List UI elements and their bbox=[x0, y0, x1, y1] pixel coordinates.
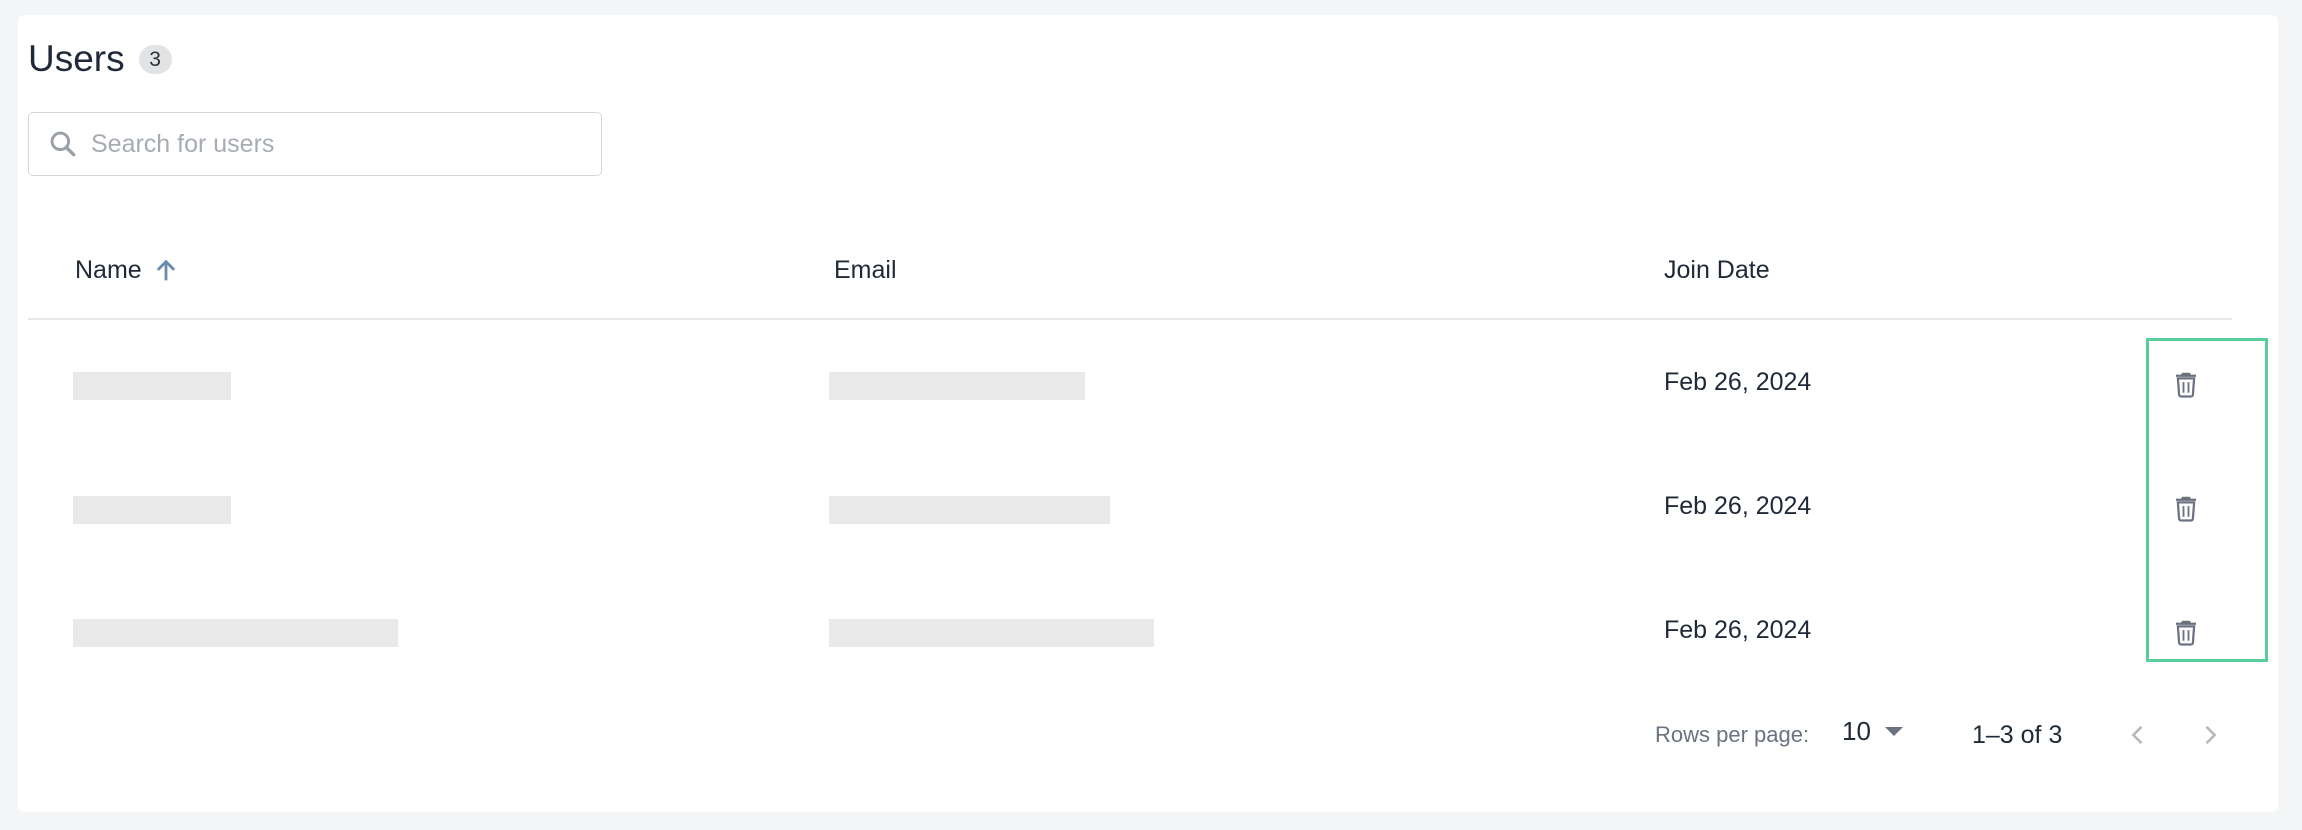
user-count-badge: 3 bbox=[138, 44, 172, 74]
rows-per-page-value: 10 bbox=[1842, 716, 1871, 746]
trash-icon bbox=[2176, 496, 2196, 522]
search-box[interactable] bbox=[28, 112, 602, 176]
table-header: Name Email Join Date bbox=[28, 232, 2232, 320]
column-header-join-date[interactable]: Join Date bbox=[1664, 256, 1770, 285]
arrow-up-icon[interactable] bbox=[152, 257, 180, 285]
column-header-email[interactable]: Email bbox=[834, 256, 897, 285]
table-row: Feb 26, 2024 bbox=[28, 322, 2232, 442]
join-date-cell: Feb 26, 2024 bbox=[1664, 492, 1812, 520]
join-date-cell: Feb 26, 2024 bbox=[1664, 616, 1812, 644]
delete-user-button[interactable] bbox=[2168, 614, 2204, 650]
trash-icon bbox=[2176, 620, 2196, 646]
redacted-name bbox=[73, 496, 231, 524]
redacted-name bbox=[73, 372, 231, 400]
chevron-right-icon bbox=[2205, 725, 2217, 745]
search-input[interactable] bbox=[89, 128, 573, 160]
table-row: Feb 26, 2024 bbox=[28, 569, 2232, 689]
caret-down-icon bbox=[1884, 727, 1903, 736]
delete-user-button[interactable] bbox=[2168, 366, 2204, 402]
redacted-email bbox=[829, 372, 1085, 400]
search-icon bbox=[50, 131, 76, 157]
previous-page-button[interactable] bbox=[2121, 718, 2155, 752]
redacted-name bbox=[73, 619, 398, 647]
page-title: Users bbox=[28, 38, 125, 79]
join-date-cell: Feb 26, 2024 bbox=[1664, 368, 1812, 396]
chevron-left-icon bbox=[2131, 725, 2143, 745]
rows-per-page-select[interactable]: 10 bbox=[1842, 716, 1903, 747]
next-page-button[interactable] bbox=[2193, 718, 2227, 752]
redacted-email bbox=[829, 496, 1110, 524]
column-header-name-label: Name bbox=[75, 256, 142, 284]
column-header-email-label: Email bbox=[834, 256, 897, 284]
table-row: Feb 26, 2024 bbox=[28, 445, 2232, 565]
trash-icon bbox=[2176, 372, 2196, 398]
page-range-text: 1–3 of 3 bbox=[1972, 721, 2063, 749]
redacted-email bbox=[829, 619, 1154, 647]
delete-user-button[interactable] bbox=[2168, 490, 2204, 526]
rows-per-page-label: Rows per page: bbox=[1655, 722, 1810, 747]
column-header-name[interactable]: Name bbox=[75, 256, 180, 285]
column-header-join-date-label: Join Date bbox=[1664, 256, 1770, 284]
title-row: Users 3 bbox=[28, 34, 172, 84]
